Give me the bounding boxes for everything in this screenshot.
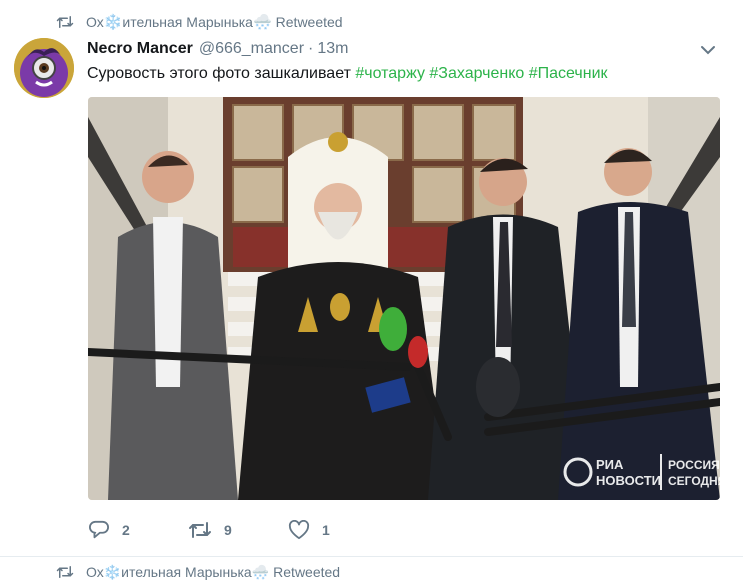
russia-watermark-line1: РОССИЯ <box>668 458 720 472</box>
russia-watermark-line2: СЕГОДНЯ <box>668 474 720 488</box>
tweet-photo[interactable]: РИА НОВОСТИ РОССИЯ СЕГОДНЯ <box>88 97 720 500</box>
tweet-text: Суровость этого фото зашкаливает #чотарж… <box>87 63 608 85</box>
retweet-context: Ох❄️ительная Марынька🌨️ Retweeted <box>56 12 343 32</box>
ria-watermark-line2: НОВОСТИ <box>596 473 661 488</box>
tweet-actions: 2 9 1 <box>88 518 330 542</box>
retweet-icon <box>56 15 76 29</box>
hashtag-link[interactable]: #Пасечник <box>529 65 608 82</box>
snow-cloud-emoji: 🌨️ <box>252 14 272 31</box>
reply-count: 2 <box>122 522 130 538</box>
retweeted-label: Retweeted <box>273 564 341 580</box>
retweet-button[interactable]: 9 <box>188 521 288 539</box>
snow-cloud-emoji: 🌨️ <box>251 563 270 580</box>
like-icon <box>288 520 310 540</box>
tweet-header: Necro Mancer @666_mancer · 13m <box>87 37 717 61</box>
retweet-icon <box>56 565 76 579</box>
tweet-text-plain: Суровость этого фото зашкаливает <box>87 65 356 82</box>
next-retweet-context: Ох❄️ительная Марынька🌨️ Retweeted <box>56 562 340 582</box>
retweeter-name[interactable]: Ох❄️ительная Марынька🌨️ <box>86 564 269 581</box>
author-fullname[interactable]: Necro Mancer <box>87 40 193 58</box>
reply-icon <box>88 520 110 540</box>
tweet-timestamp[interactable]: 13m <box>317 40 348 58</box>
retweet-count: 9 <box>224 522 232 538</box>
hashtag-link[interactable]: #Захарченко <box>429 65 524 82</box>
reply-button[interactable]: 2 <box>88 520 188 540</box>
snowflake-emoji: ❄️ <box>103 14 123 31</box>
chevron-down-icon[interactable] <box>699 41 717 59</box>
avatar[interactable] <box>14 38 74 98</box>
like-count: 1 <box>322 522 330 538</box>
retweeted-label: Retweeted <box>275 14 343 30</box>
ria-watermark-line1: РИА <box>596 457 624 472</box>
retweeter-name[interactable]: Ох❄️ительная Марынька🌨️ <box>86 14 272 30</box>
snowflake-emoji: ❄️ <box>103 563 122 580</box>
tweet[interactable]: Ох❄️ительная Марынька🌨️ Retweeted Necro … <box>0 0 743 560</box>
retweet-icon <box>188 521 212 539</box>
hashtag-link[interactable]: #чотаржу <box>355 65 425 82</box>
like-button[interactable]: 1 <box>288 520 330 540</box>
author-username[interactable]: @666_mancer <box>199 40 304 58</box>
separator-dot: · <box>308 40 314 57</box>
tweet-divider <box>0 556 743 557</box>
